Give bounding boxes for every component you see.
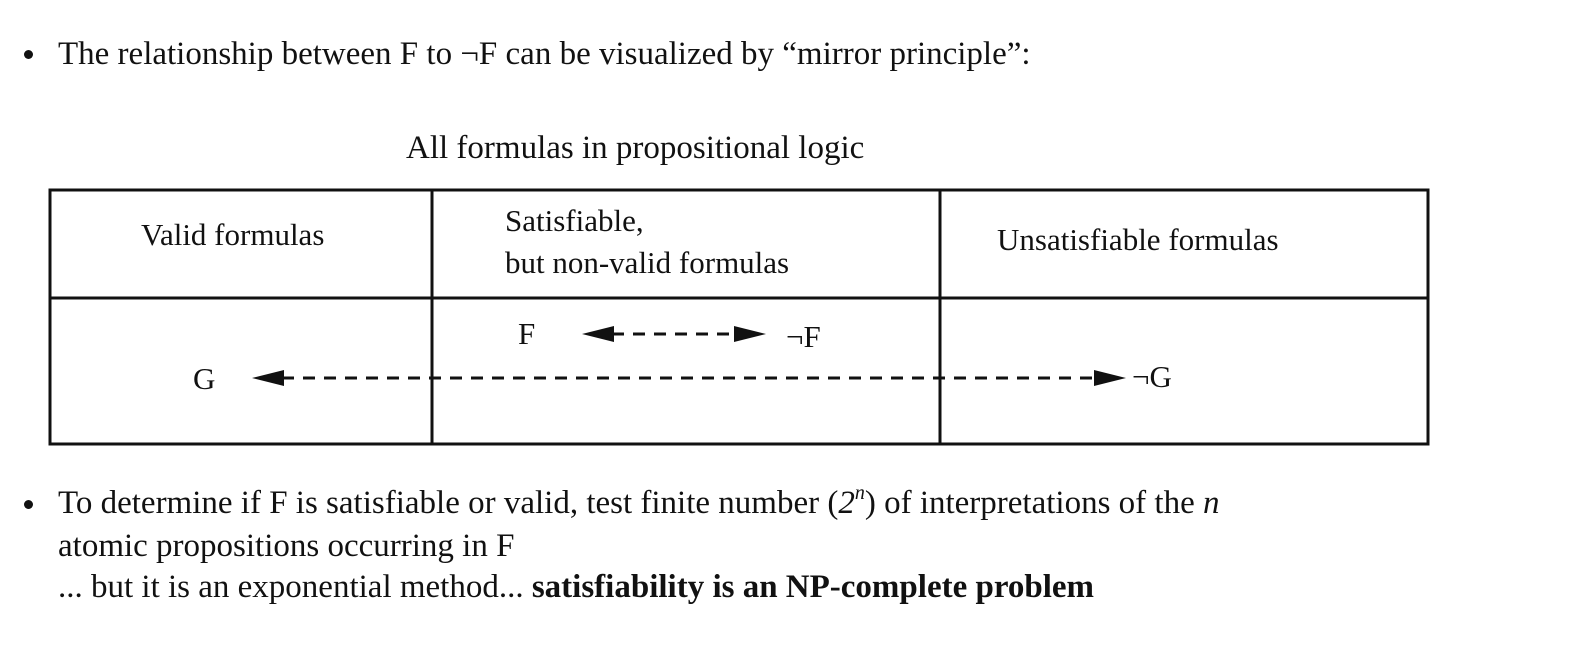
text-segment: ) of interpretations of the	[864, 485, 1203, 521]
arrowhead-left-G	[252, 370, 284, 386]
symbol-not-F: ¬F	[786, 319, 821, 354]
text-n: n	[1202, 485, 1220, 521]
text-segment: To determine if F is satisfiable or vali…	[58, 485, 839, 521]
bullet-satisfiability-line2: atomic propositions occurring in F	[58, 528, 515, 564]
symbol-G: G	[193, 361, 216, 396]
arrowhead-right-notG	[1094, 370, 1126, 386]
text-np-complete: satisfiability is an NP-complete problem	[531, 569, 1095, 605]
column-header-unsatisfiable: Unsatisfiable formulas	[997, 222, 1279, 257]
symbol-F: F	[518, 316, 536, 351]
text-exponent-n: n	[854, 482, 865, 504]
bullet-dot	[24, 500, 33, 509]
symbol-not-G: ¬G	[1132, 359, 1172, 394]
arrowhead-left-F	[582, 326, 614, 342]
text-two: 2	[838, 485, 855, 521]
bullet-satisfiability-line3: ... but it is an exponential method... s…	[58, 567, 1094, 607]
bullet-satisfiability-line1: To determine if F is satisfiable or vali…	[58, 483, 1219, 523]
column-header-valid: Valid formulas	[141, 217, 325, 252]
text-segment: ... but it is an exponential method...	[58, 569, 532, 605]
arrowhead-right-notF	[734, 326, 766, 342]
column-header-satisfiable-line1: Satisfiable,	[505, 203, 644, 238]
column-header-satisfiable-line2: but non-valid formulas	[505, 245, 790, 280]
